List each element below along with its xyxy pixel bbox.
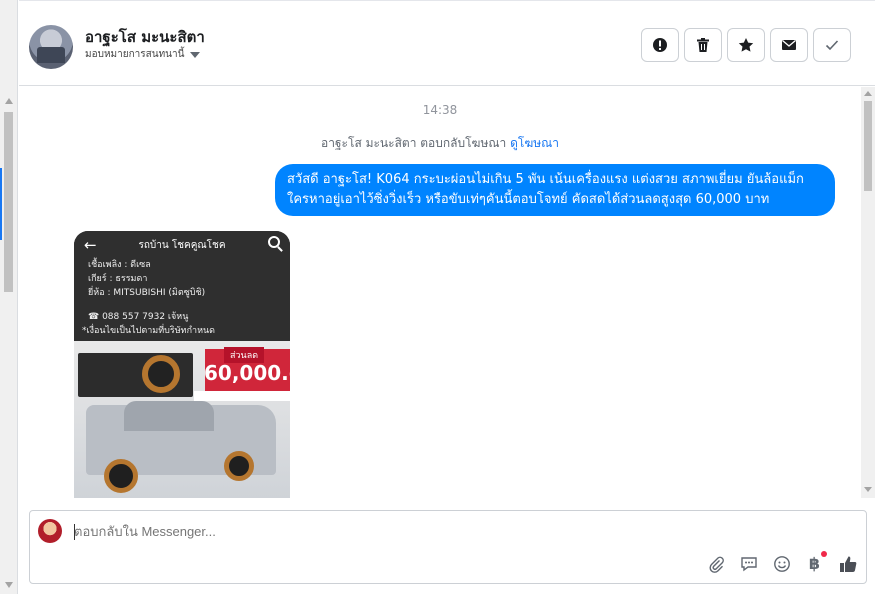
reply-note-text: อาฐะโส มะนะสิตา ตอบกลับโฆษณา — [320, 136, 507, 150]
assign-conversation-dropdown[interactable]: มอบหมายการสนทนานี้ — [85, 47, 201, 62]
star-icon — [738, 38, 754, 52]
scroll-down-arrow[interactable] — [864, 487, 872, 492]
attach-button[interactable] — [705, 553, 726, 574]
ad-brand: ยี่ห้อ : MITSUBISHI (มิตซูบิชิ) — [88, 288, 206, 298]
mark-done-button[interactable] — [813, 28, 851, 62]
exclamation-icon — [653, 38, 667, 52]
view-ad-link[interactable]: ดูโฆษณา — [510, 136, 559, 150]
truck-photo: ส่วนลด 60,000.- — [74, 341, 290, 498]
composer-tools: ฿ — [705, 551, 858, 574]
ad-condition: *เงื่อนไขเป็นไปตามที่บริษัทกำหนด — [82, 326, 215, 336]
message-timestamp: 14:38 — [422, 103, 458, 117]
chat-bubble-icon — [740, 556, 757, 571]
conversation-header: อาฐะโส มะนะสิตา มอบหมายการสนทนานี้ — [19, 0, 875, 86]
message-thread[interactable]: 14:38 อาฐะโส มะนะสิตา ตอบกลับโฆษณา ดูโฆษ… — [19, 87, 861, 498]
discount-price: 60,000.- — [204, 361, 290, 385]
envelope-icon — [782, 40, 796, 50]
ad-fuel: เชื้อเพลิง : ดีเซล — [88, 260, 151, 270]
contact-name[interactable]: อาฐะโส มะนะสิตา — [85, 25, 205, 49]
front-tire — [104, 459, 138, 493]
ad-header-panel: ← รถบ้าน โชคคูณโชค เชื้อเพลิง : ดีเซล เก… — [74, 231, 290, 341]
header-actions — [641, 28, 851, 62]
emoji-button[interactable] — [771, 553, 792, 574]
notification-dot — [821, 551, 827, 557]
thumbs-up-icon — [839, 556, 856, 572]
paperclip-icon — [708, 556, 724, 573]
check-icon — [825, 40, 839, 51]
truck-cab — [124, 401, 214, 431]
scroll-up-arrow[interactable] — [5, 98, 13, 104]
baht-icon: ฿ — [808, 554, 821, 573]
ad-title: รถบ้าน โชคคูณโชค — [138, 240, 226, 251]
left-scrollbar[interactable] — [0, 0, 18, 594]
trash-icon — [697, 38, 709, 52]
ad-gear: เกียร์ : ธรรมดา — [88, 274, 148, 284]
outgoing-message-bubble[interactable]: สวัสดี อาฐะโส! K064 กระบะผ่อนไม่เกิน 5 พ… — [275, 164, 835, 216]
scroll-up-arrow[interactable] — [864, 91, 872, 96]
spam-button[interactable] — [641, 28, 679, 62]
scrollbar-thumb[interactable] — [4, 112, 13, 292]
assign-label: มอบหมายการสนทนานี้ — [85, 49, 185, 60]
saved-replies-button[interactable] — [738, 553, 759, 574]
delete-button[interactable] — [684, 28, 722, 62]
wheel-photo — [142, 355, 180, 393]
contact-stripe — [194, 391, 290, 401]
caret-down-icon — [190, 51, 201, 58]
mark-unread-button[interactable] — [770, 28, 808, 62]
ad-phone: ☎ 088 557 7932 เจ้หนู — [88, 312, 189, 322]
payment-button[interactable]: ฿ — [804, 551, 827, 574]
reply-composer: ฿ — [29, 510, 867, 584]
star-button[interactable] — [727, 28, 765, 62]
ad-reply-note: อาฐะโส มะนะสิตา ตอบกลับโฆษณา ดูโฆษณา — [19, 134, 861, 153]
smiley-icon — [773, 555, 790, 572]
rear-tire — [224, 451, 254, 481]
ad-image-card[interactable]: ← รถบ้าน โชคคูณโชค เชื้อเพลิง : ดีเซล เก… — [74, 231, 290, 498]
search-icon — [268, 236, 280, 248]
scroll-down-arrow[interactable] — [5, 582, 13, 588]
selected-conversation-indicator — [0, 168, 2, 240]
message-scrollbar[interactable] — [861, 87, 875, 498]
messenger-inbox-page: อาฐะโส มะนะสิตา มอบหมายการสนทนานี้ 14:38 — [0, 0, 875, 594]
like-button[interactable] — [837, 553, 858, 574]
reply-input[interactable] — [74, 524, 774, 539]
scrollbar-thumb[interactable] — [864, 101, 872, 191]
page-avatar — [38, 519, 62, 543]
contact-avatar[interactable] — [29, 25, 73, 69]
